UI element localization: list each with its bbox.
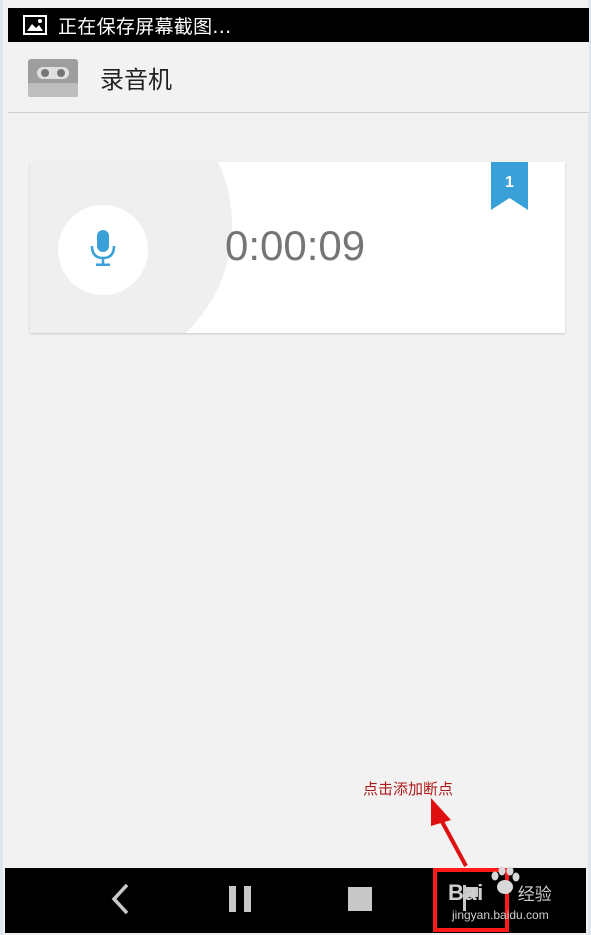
recording-card: 0:00:09 1: [30, 162, 565, 333]
app-bar: 录音机: [8, 43, 589, 113]
status-bar: 正在保存屏幕截图...: [8, 8, 589, 42]
annotation-arrow-icon: [431, 798, 468, 867]
screen-frame: 正在保存屏幕截图... 录音机 0:00:09 1 点击添加断点: [0, 0, 591, 935]
bookmark-count: 1: [505, 174, 514, 191]
watermark: Bai 经验 jingyan.baidu.com: [448, 880, 552, 922]
notification-text: 正在保存屏幕截图...: [58, 15, 232, 38]
watermark-url: jingyan.baidu.com: [452, 908, 549, 922]
mic-button[interactable]: [58, 205, 148, 295]
app-title: 录音机: [100, 66, 172, 94]
image-icon: [23, 15, 47, 35]
watermark-brand: Bai: [448, 880, 484, 905]
back-icon: [109, 882, 131, 920]
pause-icon: [228, 885, 252, 916]
annotation-text: 点击添加断点: [363, 780, 454, 798]
microphone-icon: [88, 228, 118, 272]
elapsed-time: 0:00:09: [225, 222, 366, 269]
stop-button[interactable]: [335, 868, 385, 933]
stop-icon: [348, 886, 372, 915]
back-button[interactable]: [95, 868, 145, 933]
watermark-brand-suffix: 经验: [517, 885, 552, 904]
cassette-icon: [28, 58, 78, 97]
pause-button[interactable]: [215, 868, 265, 933]
